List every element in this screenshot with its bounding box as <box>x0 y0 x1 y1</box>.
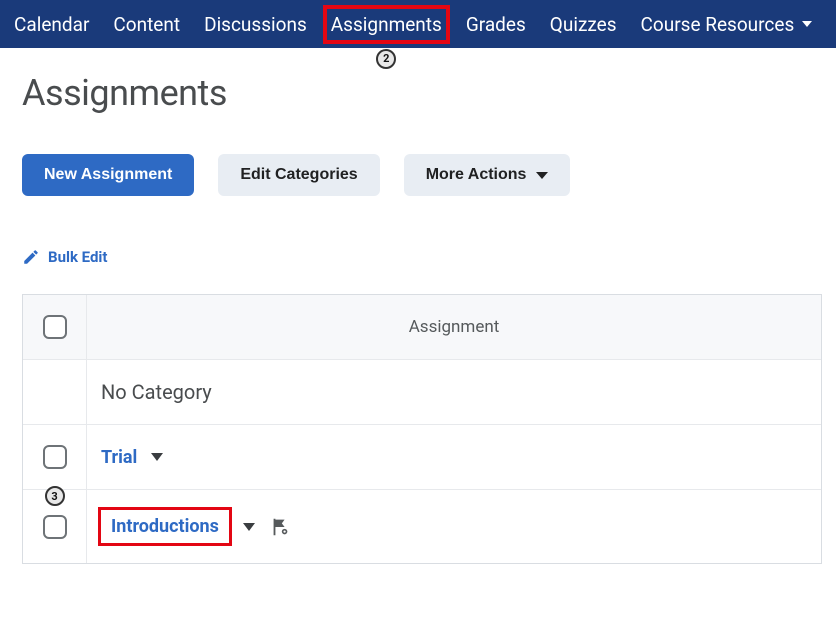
no-category-label: No Category <box>101 380 212 404</box>
assignments-table: Assignment No Category Trial 3 <box>22 294 822 564</box>
select-all-cell <box>23 295 87 359</box>
new-assignment-button[interactable]: New Assignment <box>22 154 194 196</box>
action-row: New Assignment Edit Categories More Acti… <box>22 154 814 196</box>
navbar: Calendar Content Discussions Assignments… <box>0 0 836 48</box>
checkbox-cell <box>23 425 87 489</box>
nav-content[interactable]: Content <box>113 13 180 36</box>
nav-course-resources-label: Course Resources <box>641 13 795 36</box>
row-checkbox-introductions[interactable] <box>43 515 67 539</box>
table-header-row: Assignment <box>23 295 821 360</box>
bulk-edit-label: Bulk Edit <box>48 248 107 266</box>
page-title: Assignments <box>22 72 814 114</box>
table-row: Trial <box>23 425 821 490</box>
nav-discussions[interactable]: Discussions <box>204 13 307 36</box>
more-actions-button[interactable]: More Actions <box>404 154 571 196</box>
callout-badge-2: 2 <box>376 49 396 69</box>
assignment-cell: Introductions <box>87 490 821 563</box>
checkbox-cell: 3 <box>23 490 87 563</box>
chevron-down-icon[interactable] <box>243 523 255 531</box>
table-row: 3 Introductions <box>23 490 821 563</box>
chevron-down-icon <box>536 172 548 179</box>
assignment-cell: Trial <box>87 425 821 489</box>
chevron-down-icon[interactable] <box>151 453 163 461</box>
edit-categories-button[interactable]: Edit Categories <box>218 154 379 196</box>
callout-badge-3: 3 <box>45 486 65 506</box>
assignment-link-introductions[interactable]: Introductions <box>101 510 229 543</box>
select-all-checkbox[interactable] <box>43 315 67 339</box>
bulk-edit-link[interactable]: Bulk Edit <box>22 244 107 270</box>
more-actions-label: More Actions <box>426 166 527 184</box>
assignment-link-trial[interactable]: Trial <box>101 447 137 468</box>
nav-assignments[interactable]: Assignments 2 <box>331 13 442 36</box>
category-cell: No Category <box>87 360 821 424</box>
main-content: Assignments New Assignment Edit Categori… <box>0 48 836 588</box>
row-checkbox-trial[interactable] <box>43 445 67 469</box>
nav-grades[interactable]: Grades <box>466 13 526 36</box>
draft-flag-icon <box>269 516 291 538</box>
nav-course-resources[interactable]: Course Resources <box>641 13 813 36</box>
category-row-no-category: No Category <box>23 360 821 425</box>
table-header-assignment: Assignment <box>87 295 821 359</box>
nav-quizzes[interactable]: Quizzes <box>550 13 617 36</box>
nav-calendar[interactable]: Calendar <box>14 13 89 36</box>
checkbox-cell-empty <box>23 360 87 424</box>
pencil-icon <box>22 248 40 266</box>
nav-assignments-label: Assignments <box>331 13 442 36</box>
chevron-down-icon <box>802 21 812 27</box>
